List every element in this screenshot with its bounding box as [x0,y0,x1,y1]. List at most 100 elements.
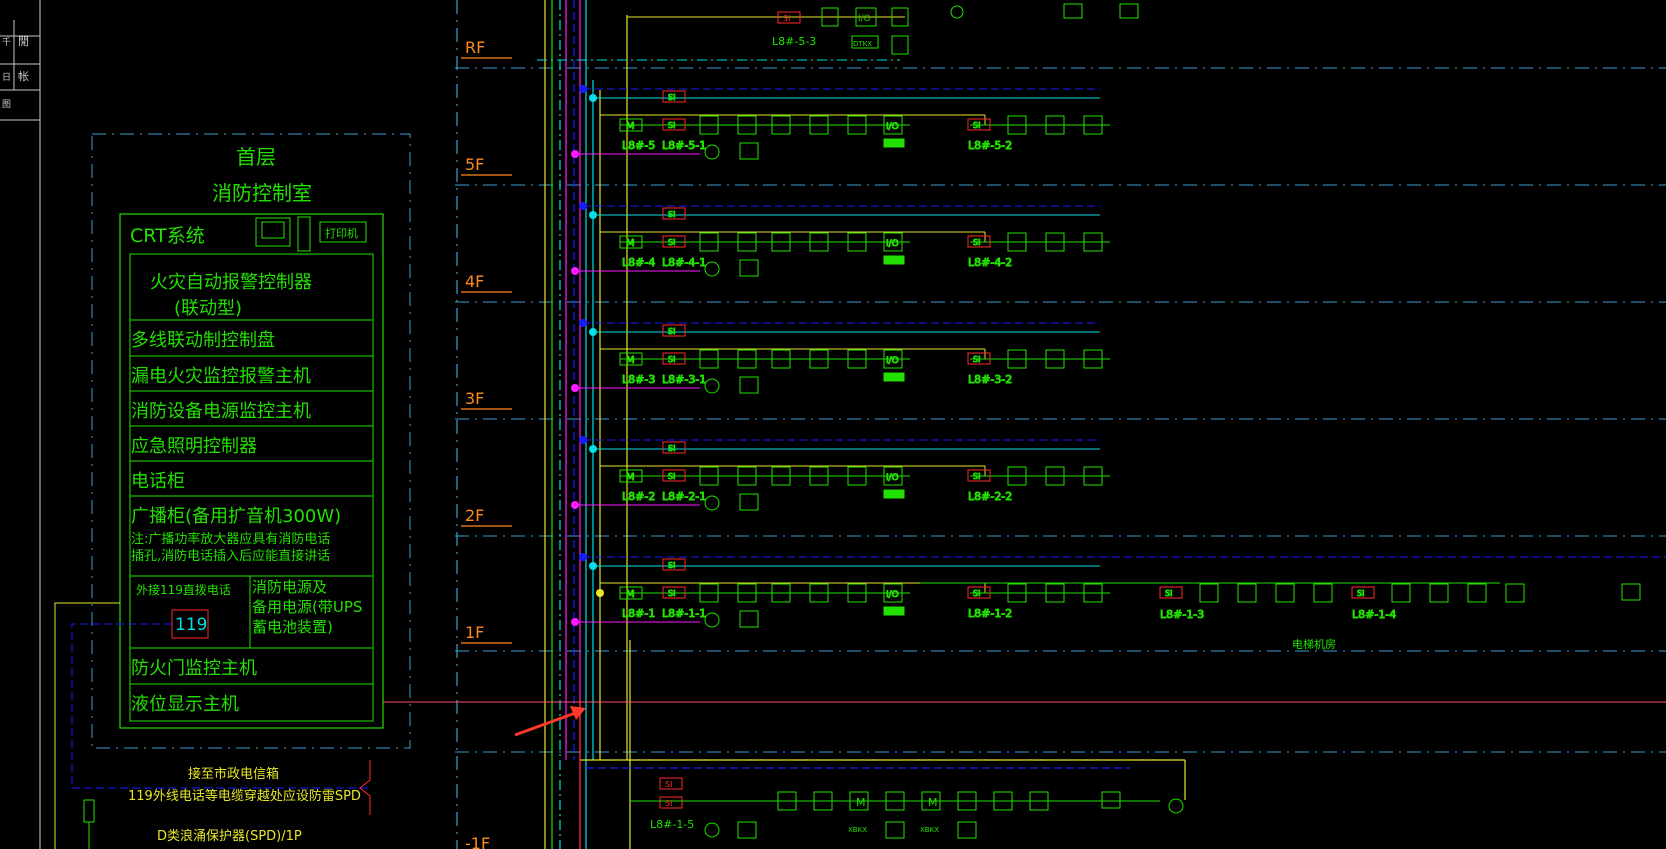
phone-119-box: 119 [175,615,207,635]
title-cell-2: 閒 [18,35,29,48]
floor-label-4f: 4F [465,272,484,291]
speaker-symbol [739,376,759,394]
row-emergency-lighting: 应急照明控制器 [131,436,257,457]
loop-label: L8#-2 [622,490,655,503]
si-label: SI [973,589,980,598]
speaker-symbol [739,610,759,628]
printer-label: 打印机 [325,226,358,240]
loop-label: L8#-4-1 [662,256,706,269]
row-broadcast-cabinet: 广播柜(备用扩音机300W) [131,506,341,527]
floor-row: SI M SI I/O L8#-4 L8#-4-1 SI L8#-4-2 [571,202,1110,277]
title-cell-4: 帐 [18,70,29,83]
io-label: I/O [886,122,899,132]
crt-system-label: CRT系统 [130,225,205,247]
b1-si-1: SI [665,780,672,789]
row-fire-power-3: 蓄电池装置) [252,618,333,636]
loop-label: L8#-2-2 [968,490,1012,503]
title-block [0,0,41,849]
loop-label: L8#-5 [622,139,655,152]
loop-label: L8#-5-2 [968,139,1012,152]
si-label: SI [973,472,980,481]
cad-drawing-canvas[interactable]: 千 閒 日 帐 图 RF 5F 4F 3F 2F 1F -1F 首层 消防控制室… [0,0,1666,849]
floor-device-rows: SI M SI I/O L8#-5 L8#-5-1 SI L8#-5-2 SI M SI I/O L8#… [571,85,1666,628]
risers [456,0,1186,849]
title-cell-1: 千 [2,37,11,48]
module-m-label: M [626,121,635,132]
si-label: SI [668,93,675,102]
telephone-symbol [704,144,720,160]
row-multiline-panel: 多线联动制控制盘 [131,330,275,351]
row-fire-door-monitor: 防火门监控主机 [131,658,257,679]
si-label: SI [668,238,675,247]
si-label: SI [668,355,675,364]
telephone-symbol [704,612,720,628]
row-power-monitor: 消防设备电源监控主机 [131,401,311,422]
hatched-box [883,138,905,148]
module-m-label: M [626,589,635,600]
rf-lb: L8#-5-3 [772,35,816,48]
note-municipal-telecom: 接至市政电信箱 [188,766,279,782]
detector-symbol [1313,583,1333,603]
b1-m-1: M [856,796,866,809]
loop-label: L8#-1 [622,607,655,620]
rf-si: SI [783,14,790,23]
si-label: SI [668,327,675,336]
title-cell-5: 图 [2,99,11,110]
title-cell-3: 日 [2,72,11,83]
floor-label-1f: 1F [465,623,484,642]
loop-label: L8#-2-1 [662,490,706,503]
floor-lines [455,67,1666,753]
b1-si-2: SI [665,799,672,808]
speaker-symbol [739,142,759,160]
si-label: SI [668,121,675,130]
floor-label-3f: 3F [465,389,484,408]
si-label: SI [668,210,675,219]
si-label: SI [973,238,980,247]
loop-label: L8#-3-1 [662,373,706,386]
si-label: SI [668,589,675,598]
hatched-box [883,255,905,265]
si-label: SI [973,355,980,364]
hatched-box [883,372,905,382]
loop-label: L8#-4-2 [968,256,1012,269]
detector-symbol [1429,583,1449,603]
note-spd-requirement: 119外线电话等电缆穿越处应设防雷SPD [128,788,361,804]
row-leakage-monitor: 漏电火灾监控报警主机 [131,366,311,387]
module-m-label: M [626,472,635,483]
floor-label-2f: 2F [465,506,484,525]
detector-symbol [1391,583,1411,603]
row-fire-alarm-controller: 火灾自动报警控制器 [150,272,312,293]
telephone-symbol [704,495,720,511]
b1-m-2: M [928,796,938,809]
b1-xbkx-2: XBKX [920,826,939,834]
riser-node [596,589,604,597]
speaker-symbol [739,493,759,511]
rf-io: I/O [858,14,871,24]
loop-label: L8#-1-2 [968,607,1012,620]
loop-label: L8#-3-2 [968,373,1012,386]
detector-symbol [1275,583,1295,603]
si-label: SI [1165,589,1172,598]
loop-label: L8#-1-1 [662,607,706,620]
loop-label: L8#-1-4 [1352,608,1396,621]
floor-row: SI M SI I/O L8#-5 L8#-5-1 SI L8#-5-2 [571,85,1110,160]
speaker-symbol [1621,583,1641,601]
speaker-symbol [739,259,759,277]
io-label: I/O [886,473,899,483]
row-broadcast-note-2: 插孔,消防电话插入后应能直接讲话 [131,548,330,564]
rf-dtkx: DTKX [853,40,872,48]
control-room-name: 消防控制室 [212,181,312,205]
row-telephone-cabinet: 电话柜 [131,471,185,492]
floor-row: SI M SI I/O L8#-2 L8#-2-1 SI L8#-2-2 [571,436,1110,511]
si-label: SI [973,121,980,130]
floor-1-extra: SI L8#-1-3 SI L8#-1-4 [920,556,1666,622]
hatched-box [883,489,905,499]
telephone-symbol [704,378,720,394]
row-fire-power-2: 备用电源(带UPS [252,598,362,616]
si-label: SI [1357,589,1364,598]
row-fire-power-1: 消防电源及 [252,578,327,596]
row-level-display: 液位显示主机 [131,694,239,715]
loop-label: L8#-5-1 [662,139,706,152]
io-label: I/O [886,356,899,366]
control-room-floor: 首层 [236,145,276,169]
